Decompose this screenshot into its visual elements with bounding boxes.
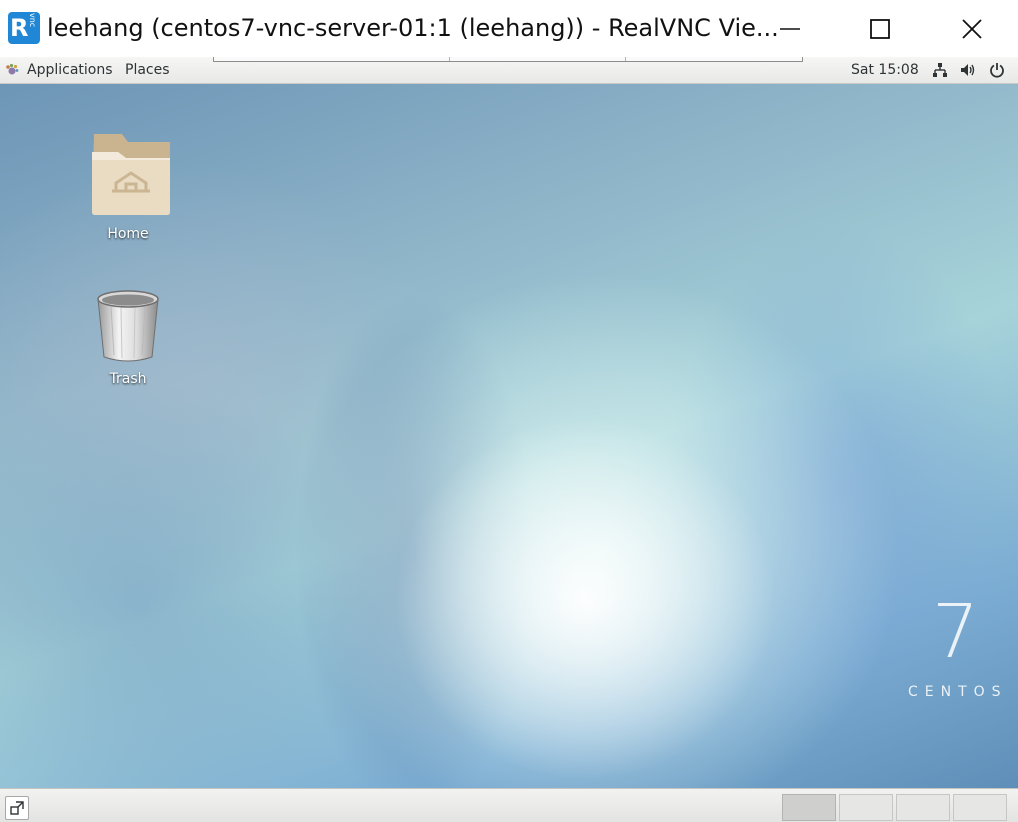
power-icon[interactable] [989, 62, 1005, 78]
desktop-icon-label: Trash [109, 371, 147, 387]
close-button[interactable] [926, 0, 1018, 57]
vnc-window-titlebar[interactable]: R vnc leehang (centos7-vnc-server-01:1 (… [0, 0, 1018, 57]
workspace-1[interactable] [782, 794, 836, 821]
desktop-icon-trash[interactable]: Trash [78, 287, 178, 387]
desktop-background[interactable]: Home Trash 7 CENTOS [0, 84, 1018, 788]
show-desktop-icon [10, 801, 24, 815]
workspace-2[interactable] [839, 794, 893, 821]
centos-wordmark: CENTOS [908, 684, 1008, 700]
centos-version-number: 7 [932, 589, 980, 675]
clock[interactable]: Sat 15:08 [851, 57, 919, 83]
places-menu[interactable]: Places [125, 57, 170, 83]
gnome-top-panel: Applications Places Sat 15:08 [0, 57, 1018, 84]
gnome-foot-icon [6, 63, 19, 75]
minimize-button[interactable] [744, 0, 836, 57]
home-folder-icon [92, 134, 170, 215]
realvnc-logo-sub: vnc [28, 13, 37, 28]
realvnc-logo-icon: R vnc [8, 12, 40, 44]
toolbar-divider [625, 57, 626, 61]
desktop-icon-home[interactable]: Home [78, 132, 178, 242]
trash-can-icon [97, 290, 159, 362]
centos-brand-watermark: 7 CENTOS [900, 592, 1018, 704]
app-root: R vnc leehang (centos7-vnc-server-01:1 (… [0, 0, 1018, 822]
network-icon[interactable] [932, 62, 948, 78]
volume-icon[interactable] [960, 62, 976, 78]
workspace-3[interactable] [896, 794, 950, 821]
show-desktop-button[interactable] [5, 796, 29, 820]
maximize-button[interactable] [834, 0, 926, 57]
desktop-icon-label: Home [107, 226, 149, 242]
maximize-icon [870, 19, 890, 39]
gnome-bottom-panel [0, 788, 1018, 822]
window-title: leehang (centos7-vnc-server-01:1 (leehan… [47, 14, 779, 42]
minimize-icon [780, 28, 800, 30]
toolbar-divider [449, 57, 450, 61]
close-icon [962, 19, 982, 39]
realvnc-logo-letter: R [10, 14, 29, 42]
vnc-toolbar-handle[interactable] [213, 57, 803, 62]
applications-menu[interactable]: Applications [27, 57, 113, 83]
workspace-4[interactable] [953, 794, 1007, 821]
